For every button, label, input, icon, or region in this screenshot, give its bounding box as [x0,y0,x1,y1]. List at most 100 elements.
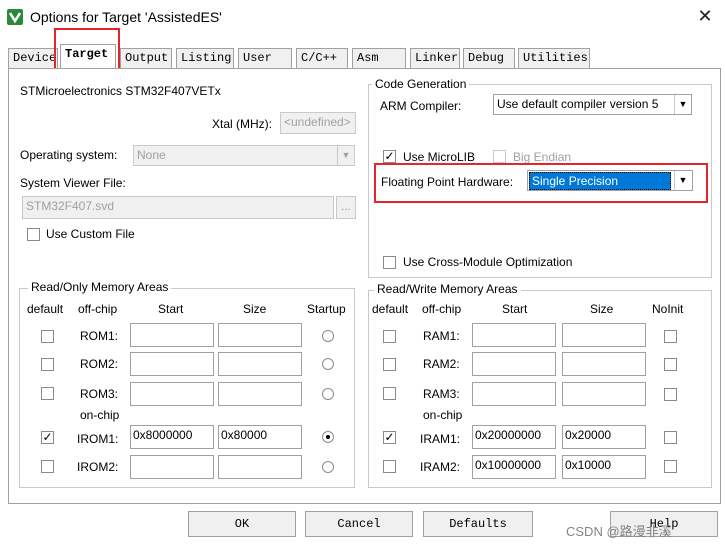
svd-label: System Viewer File: [20,176,126,190]
tab-linker[interactable]: Linker [410,48,460,68]
iram1-noinit-checkbox[interactable] [664,431,677,444]
close-icon[interactable]: ✕ [694,6,716,28]
iram2-size-input[interactable]: 0x10000 [562,455,646,479]
ram1-start-input[interactable] [472,323,556,347]
tab-debug[interactable]: Debug [463,48,515,68]
defaults-button[interactable]: Defaults [423,511,533,537]
tab-utilities[interactable]: Utilities [518,48,590,68]
ok-button[interactable]: OK [188,511,296,537]
irom1-default-checkbox[interactable]: ✓ [41,431,54,444]
iram1-start-input[interactable]: 0x20000000 [472,425,556,449]
ram2-noinit-checkbox[interactable] [664,358,677,371]
iram1-size-input[interactable]: 0x20000 [562,425,646,449]
cross-module-label: Use Cross-Module Optimization [403,255,573,269]
code-generation-title: Code Generation [372,77,470,91]
ro-header-default: default [27,302,64,316]
arm-compiler-select[interactable]: Use default compiler version 5 [493,94,692,115]
tab-device[interactable]: Device [8,48,58,68]
irom1-label: IROM1: [77,432,119,446]
irom1-start-input[interactable]: 0x8000000 [130,425,214,449]
irom1-startup-radio[interactable] [322,431,334,443]
chevron-down-icon[interactable]: ▼ [674,95,691,114]
xtal-input[interactable]: <undefined> [280,112,356,134]
svd-browse-button[interactable]: ... [336,196,356,219]
irom2-start-input[interactable] [130,455,214,479]
irom2-startup-radio[interactable] [322,461,334,473]
ram2-default-checkbox[interactable] [383,358,396,371]
rom1-label: ROM1: [80,329,119,343]
rom3-start-input[interactable] [130,382,214,406]
use-custom-file-label: Use Custom File [46,227,135,241]
ram1-noinit-checkbox[interactable] [664,330,677,343]
use-custom-file-checkbox[interactable] [27,228,40,241]
tab-asm[interactable]: Asm [352,48,406,68]
rom2-default-checkbox[interactable] [41,358,54,371]
iram2-start-input[interactable]: 0x10000000 [472,455,556,479]
rom1-start-input[interactable] [130,323,214,347]
os-label: Operating system: [20,148,118,162]
big-endian-label: Big Endian [513,150,572,164]
iram2-default-checkbox[interactable] [383,460,396,473]
cross-module-checkbox[interactable] [383,256,396,269]
iram2-noinit-checkbox[interactable] [664,460,677,473]
cancel-button[interactable]: Cancel [305,511,413,537]
chevron-down-icon[interactable]: ▼ [337,146,354,165]
os-select-value: None [137,148,166,162]
rom2-label: ROM2: [80,357,119,371]
rw-memory-title: Read/Write Memory Areas [374,282,521,296]
csdn-watermark: CSDN @路漫非溪 [566,524,672,539]
keil-app-icon [6,8,24,26]
rom3-default-checkbox[interactable] [41,387,54,400]
ro-onchip-label: on-chip [80,408,120,422]
rom1-size-input[interactable] [218,323,302,347]
rw-header-size: Size [590,302,614,316]
rom1-startup-radio[interactable] [322,330,334,342]
rom2-size-input[interactable] [218,352,302,376]
ram2-label: RAM2: [423,357,460,371]
rw-onchip-label: on-chip [423,408,463,422]
ro-header-offchip: off-chip [78,302,118,316]
rom2-startup-radio[interactable] [322,358,334,370]
device-name: STMicroelectronics STM32F407VETx [20,84,221,98]
ram3-size-input[interactable] [562,382,646,406]
use-microlib-checkbox[interactable]: ✓ [383,150,396,163]
window-title: Options for Target 'AssistedES' [30,9,222,25]
rw-header-start: Start [502,302,528,316]
ram1-default-checkbox[interactable] [383,330,396,343]
iram1-default-checkbox[interactable]: ✓ [383,431,396,444]
irom2-size-input[interactable] [218,455,302,479]
ro-header-size: Size [243,302,267,316]
ram1-label: RAM1: [423,329,460,343]
radio-selected-dot [326,435,330,439]
rw-header-offchip: off-chip [422,302,462,316]
ro-memory-title: Read/Only Memory Areas [28,280,172,294]
fp-hardware-highlight [374,163,708,203]
ram1-size-input[interactable] [562,323,646,347]
iram2-label: IRAM2: [420,460,461,474]
ram2-size-input[interactable] [562,352,646,376]
ro-header-start: Start [158,302,184,316]
irom1-size-input[interactable]: 0x80000 [218,425,302,449]
iram1-label: IRAM1: [420,432,461,446]
tab-cpp[interactable]: C/C++ [296,48,348,68]
rom2-start-input[interactable] [130,352,214,376]
rom3-size-input[interactable] [218,382,302,406]
tab-listing[interactable]: Listing [176,48,234,68]
rom3-label: ROM3: [80,387,119,401]
svd-input[interactable]: STM32F407.svd [22,196,334,219]
os-select[interactable]: None [133,145,355,166]
ram3-start-input[interactable] [472,382,556,406]
rom3-startup-radio[interactable] [322,388,334,400]
tab-user[interactable]: User [238,48,292,68]
ram2-start-input[interactable] [472,352,556,376]
irom2-default-checkbox[interactable] [41,460,54,473]
ram3-default-checkbox[interactable] [383,387,396,400]
irom2-label: IROM2: [77,460,119,474]
big-endian-checkbox[interactable] [493,150,506,163]
rom1-default-checkbox[interactable] [41,330,54,343]
ram3-label: RAM3: [423,387,460,401]
tab-output[interactable]: Output [120,48,172,68]
ram3-noinit-checkbox[interactable] [664,388,677,401]
rw-header-noinit: NoInit [652,302,684,316]
xtal-label: Xtal (MHz): [212,117,272,131]
